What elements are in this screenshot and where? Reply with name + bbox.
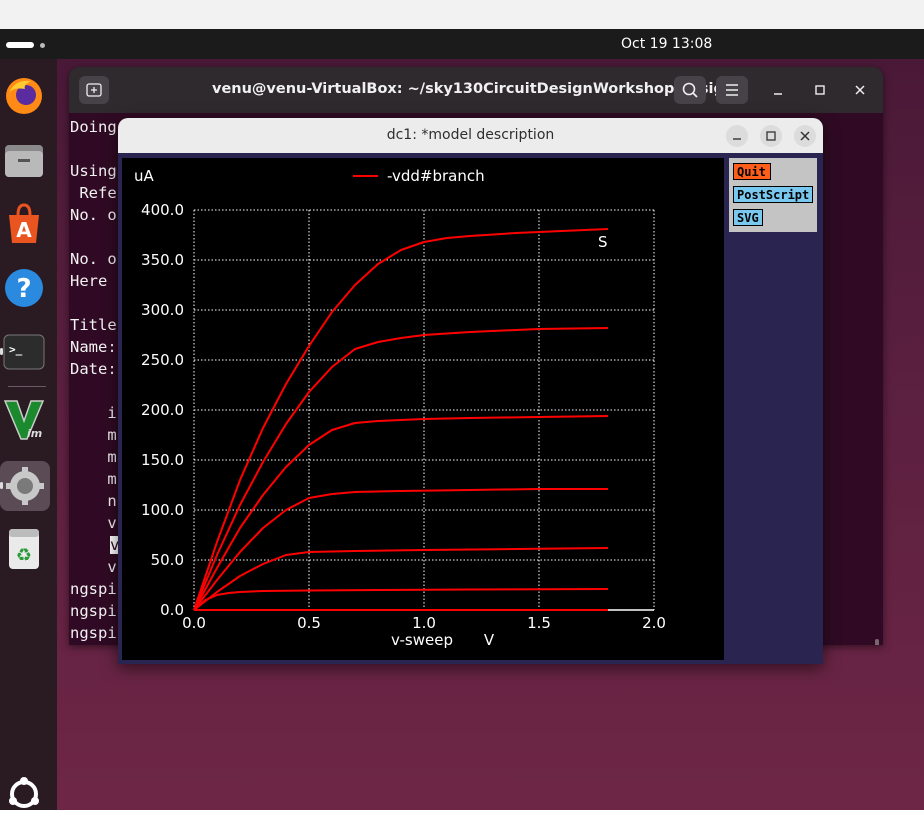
svg-button[interactable]: SVG [733,209,763,226]
y-tick-label: 200.0 [141,401,184,419]
new-tab-button[interactable] [79,76,109,104]
workspace-active-pill [6,42,34,48]
terminal-line: ngspi [70,624,117,642]
terminal-search-button[interactable] [674,76,706,104]
trash-icon[interactable]: ♻ [3,527,45,569]
terminal-menu-button[interactable] [716,76,748,104]
terminal-line: v [70,514,117,532]
terminal-line: No. o [70,250,117,268]
terminal-line: ngspi [70,602,117,620]
plot-minimize-button[interactable] [726,125,748,147]
terminal-line: m [70,448,117,466]
terminal-icon[interactable]: >_ [3,331,45,373]
x-axis-label: v-sweep [391,631,453,649]
postscript-button[interactable]: PostScript [733,186,813,203]
system-top-bar: Oct 19 13:08 [0,29,924,59]
maximize-icon [815,85,825,95]
terminal-line: m [70,470,117,488]
maximize-icon [766,131,776,141]
new-tab-icon [86,83,102,97]
plot-window-title: dc1: *model description [386,127,555,143]
browser-top-strip [0,0,924,29]
y-tick-label: 100.0 [141,501,184,519]
hamburger-menu-icon [726,84,738,96]
minimize-icon [774,93,782,95]
terminal-line: i [70,404,117,422]
svg-text:A: A [16,218,32,242]
y-tick-label: 0.0 [160,601,184,619]
dock: A ? >_ im ♻ [0,59,57,810]
x-tick-label: 1.5 [527,614,551,632]
series-line [193,588,609,611]
terminal-line: ngspi [70,580,117,598]
terminal-line: m [70,426,117,444]
settings-tile[interactable] [0,461,50,511]
plot-side-panel: Quit PostScript SVG [729,158,817,232]
dock-separator [8,386,46,387]
x-tick-label: 0.0 [182,614,206,632]
terminal-titlebar[interactable]: venu@venu-VirtualBox: ~/sky130CircuitDes… [69,67,883,113]
minimize-button[interactable] [767,79,789,101]
y-axis-label: uA [134,167,155,185]
terminal-title: venu@venu-VirtualBox: ~/sky130CircuitDes… [212,81,735,97]
svg-text:♻: ♻ [16,545,32,566]
running-indicator [0,482,3,489]
close-icon [855,85,865,95]
plot-window[interactable]: dc1: *model description 0.0 0.5 1.0 1.5 2.0 0… [118,118,823,664]
x-tick-label: 0.5 [297,614,321,632]
plot-maximize-button[interactable] [760,125,782,147]
close-button[interactable] [849,79,871,101]
terminal-line: Using [70,162,117,180]
plot-window-titlebar[interactable]: dc1: *model description [118,118,823,154]
chart-svg: 0.0 0.5 1.0 1.5 2.0 0.0 50.0 100.0 150.0 200.0 250… [134,167,666,649]
ubuntu-logo-icon[interactable] [3,771,45,813]
plot-frame: 0.0 0.5 1.0 1.5 2.0 0.0 50.0 100.0 150.0 200.0 250… [118,153,823,664]
clock[interactable]: Oct 19 13:08 [621,36,712,52]
workspace-dot [40,43,45,48]
curve-annotation: S [598,233,608,251]
quit-button[interactable]: Quit [733,163,771,180]
terminal-scrollbar[interactable] [875,639,879,645]
help-icon[interactable]: ? [3,267,45,309]
files-icon[interactable] [3,139,45,181]
terminal-line: Doing [70,118,117,136]
x-tick-label: 2.0 [642,614,666,632]
y-tick-label: 300.0 [141,301,184,319]
plot-close-button[interactable] [794,125,816,147]
firefox-icon[interactable] [3,75,45,117]
y-tick-label: 50.0 [151,551,184,569]
terminal-glyph: >_ [9,343,23,356]
vim-icon[interactable]: im [3,395,45,440]
y-tick-label: 400.0 [141,201,184,219]
y-tick-label: 250.0 [141,351,184,369]
terminal-line: Name: [70,338,117,356]
terminal-line: Date: [70,360,117,378]
x-tick-label: 1.0 [412,614,436,632]
series-line [193,547,609,611]
x-axis-unit: V [484,631,495,649]
y-tick-label: 350.0 [141,251,184,269]
terminal-line: Refe [70,184,117,202]
svg-text:im: im [27,427,42,440]
terminal-line: n [70,492,117,510]
terminal-line: Here [70,272,108,290]
legend-label: -vdd#branch [387,167,485,185]
terminal-line: v [70,558,117,576]
terminal-line: Title [70,316,117,334]
app-center-icon[interactable]: A [3,203,45,245]
search-icon [682,82,698,98]
terminal-line: No. o [70,206,117,224]
close-icon [800,131,810,141]
plot-canvas[interactable]: 0.0 0.5 1.0 1.5 2.0 0.0 50.0 100.0 150.0 200.0 250… [122,158,724,660]
svg-text:?: ? [16,274,31,304]
minimize-icon [733,138,741,140]
settings-gear-icon [6,467,44,505]
y-tick-label: 150.0 [141,451,184,469]
activities-indicator[interactable] [6,42,46,50]
maximize-button[interactable] [809,79,831,101]
